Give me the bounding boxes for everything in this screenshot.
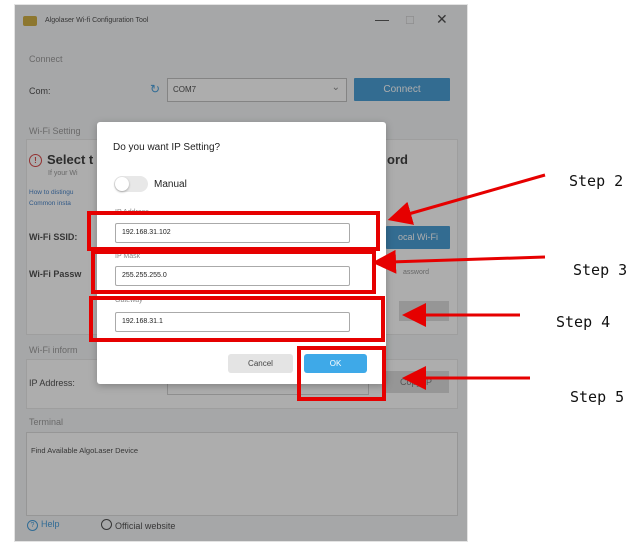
step5-label: Step 5	[570, 388, 625, 406]
step3-label: Step 3	[573, 261, 628, 279]
step-arrows	[372, 173, 546, 390]
step2-arrow	[387, 173, 546, 225]
step4-label: Step 4	[556, 313, 611, 331]
step2-label: Step 2	[569, 172, 624, 190]
step3-arrow	[372, 249, 546, 274]
